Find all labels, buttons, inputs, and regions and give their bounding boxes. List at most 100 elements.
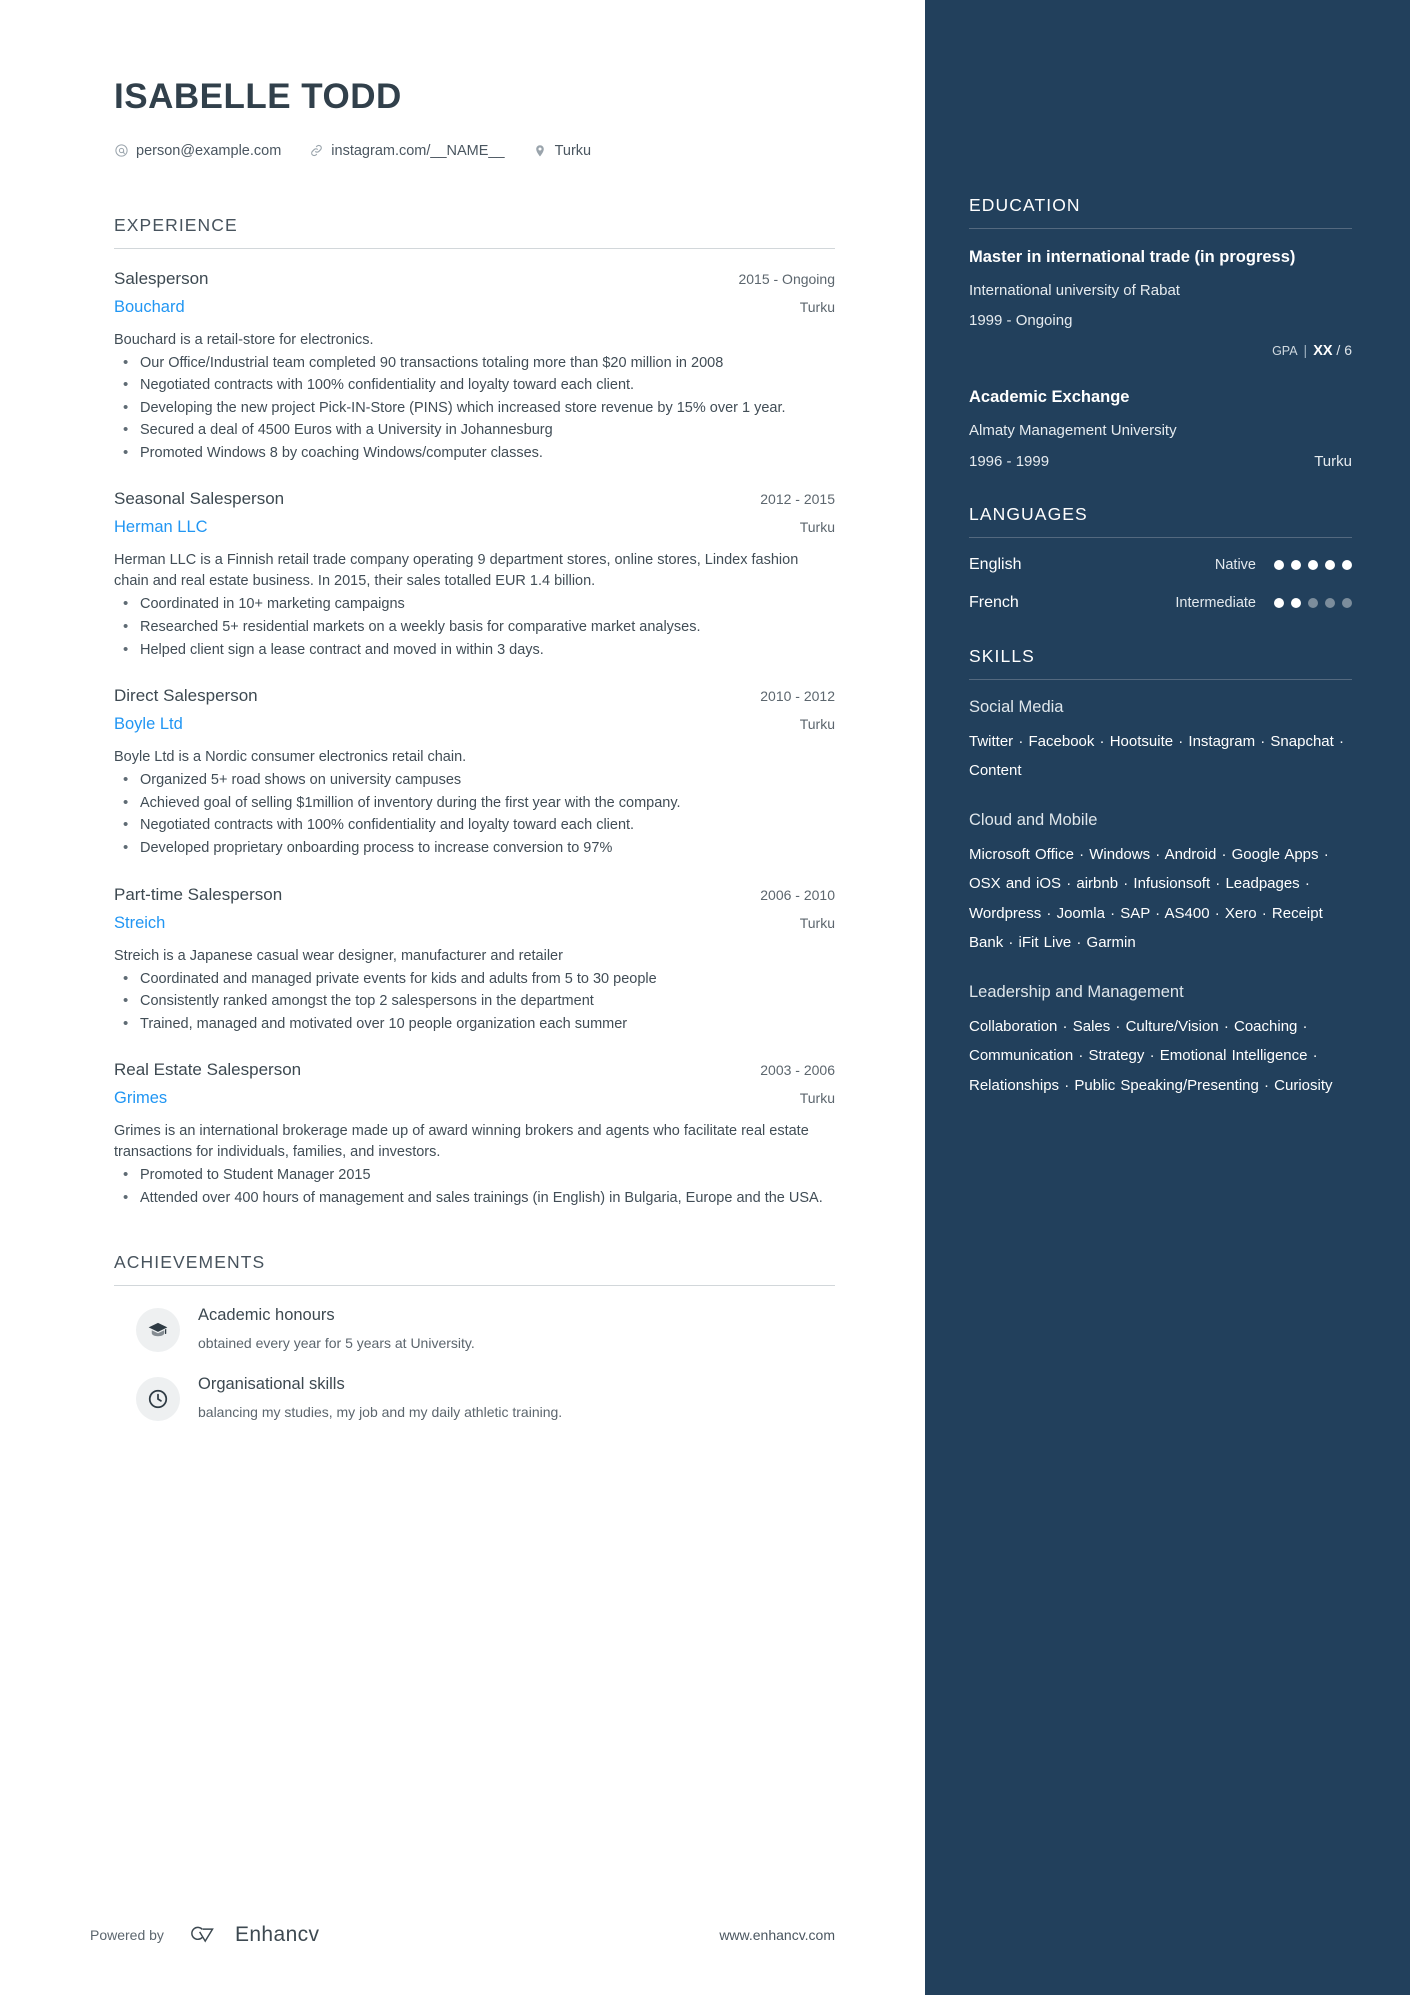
job-description: Bouchard is a retail-store for electroni… bbox=[114, 331, 374, 348]
achievement-item: Academic honours obtained every year for… bbox=[114, 1306, 835, 1353]
rating-dot bbox=[1325, 559, 1335, 570]
job-dates: 2015 - Ongoing bbox=[738, 270, 835, 287]
job-bullet: Organized 5+ road shows on university ca… bbox=[114, 769, 835, 791]
job-title: Real Estate Salesperson bbox=[114, 1060, 302, 1080]
job-location: Turku bbox=[799, 298, 835, 315]
education-item: Master in international trade (in progre… bbox=[969, 247, 1352, 359]
gpa-label: GPA bbox=[1272, 344, 1298, 359]
skill-group: Cloud and Mobile Microsoft Office · Wind… bbox=[969, 811, 1352, 957]
job-dates: 2006 - 2010 bbox=[760, 886, 835, 903]
job-bullet: Consistently ranked amongst the top 2 sa… bbox=[114, 990, 835, 1012]
achievement-item: Organisational skills balancing my studi… bbox=[114, 1375, 835, 1422]
job-bullet: Helped client sign a lease contract and … bbox=[114, 639, 835, 661]
job-bullet: Developed proprietary onboarding process… bbox=[114, 837, 835, 859]
divider bbox=[969, 228, 1352, 229]
education-location: Turku bbox=[1314, 452, 1352, 470]
link-icon bbox=[309, 143, 324, 158]
job-bullet: Coordinated in 10+ marketing campaigns bbox=[114, 593, 835, 615]
contact-email-text: person@example.com bbox=[136, 142, 282, 159]
contact-row: person@example.com instagram.com/__NAME_… bbox=[114, 143, 835, 159]
job-location: Turku bbox=[799, 1090, 835, 1107]
job-bullet: Negotiated contracts with 100% confident… bbox=[114, 374, 835, 396]
language-item: English Native bbox=[969, 556, 1352, 574]
language-item: French Intermediate bbox=[969, 594, 1352, 612]
at-icon bbox=[114, 143, 129, 158]
experience-item: Direct Salesperson 2010 - 2012 Boyle Ltd… bbox=[114, 686, 835, 858]
education-degree: Academic Exchange bbox=[969, 388, 1130, 407]
job-bullet: Developing the new project Pick-IN-Store… bbox=[114, 397, 835, 419]
contact-location-text: Turku bbox=[554, 142, 592, 159]
skill-group-title: Cloud and Mobile bbox=[969, 811, 1098, 830]
skill-group-title: Social Media bbox=[969, 697, 1064, 716]
languages-heading: LANGUAGES bbox=[969, 503, 1088, 524]
job-company[interactable]: Bouchard bbox=[114, 298, 185, 317]
rating-dot bbox=[1342, 559, 1352, 570]
gpa-value: XX bbox=[1313, 343, 1333, 360]
job-bullet: Coordinated and managed private events f… bbox=[114, 968, 835, 990]
divider bbox=[114, 247, 835, 249]
job-bullets: Organized 5+ road shows on university ca… bbox=[114, 769, 835, 859]
rating-dot bbox=[1325, 597, 1335, 608]
education-dates: 1999 - Ongoing bbox=[969, 312, 1073, 330]
contact-location: Turku bbox=[533, 142, 592, 159]
contact-email[interactable]: person@example.com bbox=[114, 143, 281, 159]
job-location: Turku bbox=[799, 716, 835, 733]
rating-dot bbox=[1274, 597, 1284, 608]
skills-section: SKILLS Social Media Twitter · Facebook ·… bbox=[969, 646, 1352, 1100]
contact-instagram-text: instagram.com/__NAME__ bbox=[331, 142, 505, 159]
achievement-text: Organisational skills balancing my studi… bbox=[198, 1375, 562, 1422]
education-dates: 1996 - 1999 bbox=[969, 452, 1050, 470]
skill-group-items: Twitter · Facebook · Hootsuite · Instagr… bbox=[969, 732, 1344, 779]
job-company[interactable]: Herman LLC bbox=[114, 518, 208, 537]
rating-dot bbox=[1308, 597, 1318, 608]
job-bullets: Coordinated and managed private events f… bbox=[114, 968, 835, 1035]
education-heading: EDUCATION bbox=[969, 195, 1081, 215]
achievement-title: Organisational skills bbox=[198, 1375, 345, 1394]
language-name: French bbox=[969, 593, 1019, 611]
education-school: International university of Rabat bbox=[969, 281, 1180, 299]
contact-instagram[interactable]: instagram.com/__NAME__ bbox=[309, 142, 505, 159]
job-company[interactable]: Grimes bbox=[114, 1089, 167, 1108]
education-degree: Master in international trade (in progre… bbox=[969, 248, 1296, 266]
job-description: Boyle Ltd is a Nordic consumer electroni… bbox=[114, 749, 467, 766]
skill-group: Leadership and Management Collaboration … bbox=[969, 983, 1352, 1100]
achievement-description: balancing my studies, my job and my dail… bbox=[198, 1403, 563, 1420]
achievements-heading: ACHIEVEMENTS bbox=[114, 1252, 266, 1273]
powered-by-label: Powered by bbox=[90, 1927, 164, 1943]
job-company[interactable]: Streich bbox=[114, 914, 165, 933]
experience-item: Salesperson 2015 - Ongoing Bouchard Turk… bbox=[114, 269, 835, 464]
language-level: Intermediate bbox=[1175, 594, 1256, 611]
website-url[interactable]: www.enhancv.com bbox=[719, 1927, 835, 1943]
resume-page: ISABELLE TODD person@example.com instagr… bbox=[0, 0, 1410, 1995]
clock-icon bbox=[136, 1377, 180, 1422]
skills-heading: SKILLS bbox=[969, 645, 1035, 666]
job-bullet: Attended over 400 hours of management an… bbox=[114, 1187, 835, 1209]
brand-name: Enhancv bbox=[234, 1923, 320, 1946]
footer: Powered by Enhancv www.enhancv.com bbox=[0, 1875, 925, 1995]
job-bullet: Secured a deal of 4500 Euros with a Univ… bbox=[114, 419, 835, 441]
job-company[interactable]: Boyle Ltd bbox=[114, 715, 183, 734]
gpa-max: / 6 bbox=[1336, 342, 1352, 359]
languages-section: LANGUAGES English Native French Intermed… bbox=[969, 504, 1352, 612]
achievement-text: Academic honours obtained every year for… bbox=[198, 1306, 475, 1353]
sidebar: EDUCATION Master in international trade … bbox=[925, 0, 1410, 1995]
job-bullets: Our Office/Industrial team completed 90 … bbox=[114, 352, 835, 464]
language-rating-dots bbox=[1274, 559, 1352, 570]
job-title: Part-time Salesperson bbox=[114, 884, 283, 904]
rating-dot bbox=[1342, 597, 1352, 608]
divider bbox=[114, 1285, 835, 1287]
language-level: Native bbox=[1214, 556, 1256, 573]
job-bullet: Our Office/Industrial team completed 90 … bbox=[114, 352, 835, 374]
education-section: EDUCATION Master in international trade … bbox=[969, 195, 1352, 470]
experience-section: EXPERIENCE Salesperson 2015 - Ongoing Bo… bbox=[114, 215, 835, 1209]
job-bullet: Promoted to Student Manager 2015 bbox=[114, 1164, 835, 1186]
divider bbox=[969, 536, 1352, 538]
job-bullets: Promoted to Student Manager 2015 Attende… bbox=[114, 1164, 835, 1209]
achievements-section: ACHIEVEMENTS Academic honours obtained e… bbox=[114, 1252, 835, 1422]
education-gpa: GPA | XX / 6 bbox=[969, 342, 1352, 359]
experience-item: Part-time Salesperson 2006 - 2010 Streic… bbox=[114, 885, 835, 1035]
experience-item: Seasonal Salesperson 2012 - 2015 Herman … bbox=[114, 489, 835, 660]
job-description: Herman LLC is a Finnish retail trade com… bbox=[114, 552, 799, 590]
location-pin-icon bbox=[533, 143, 548, 158]
skill-group-title: Leadership and Management bbox=[969, 983, 1184, 1002]
